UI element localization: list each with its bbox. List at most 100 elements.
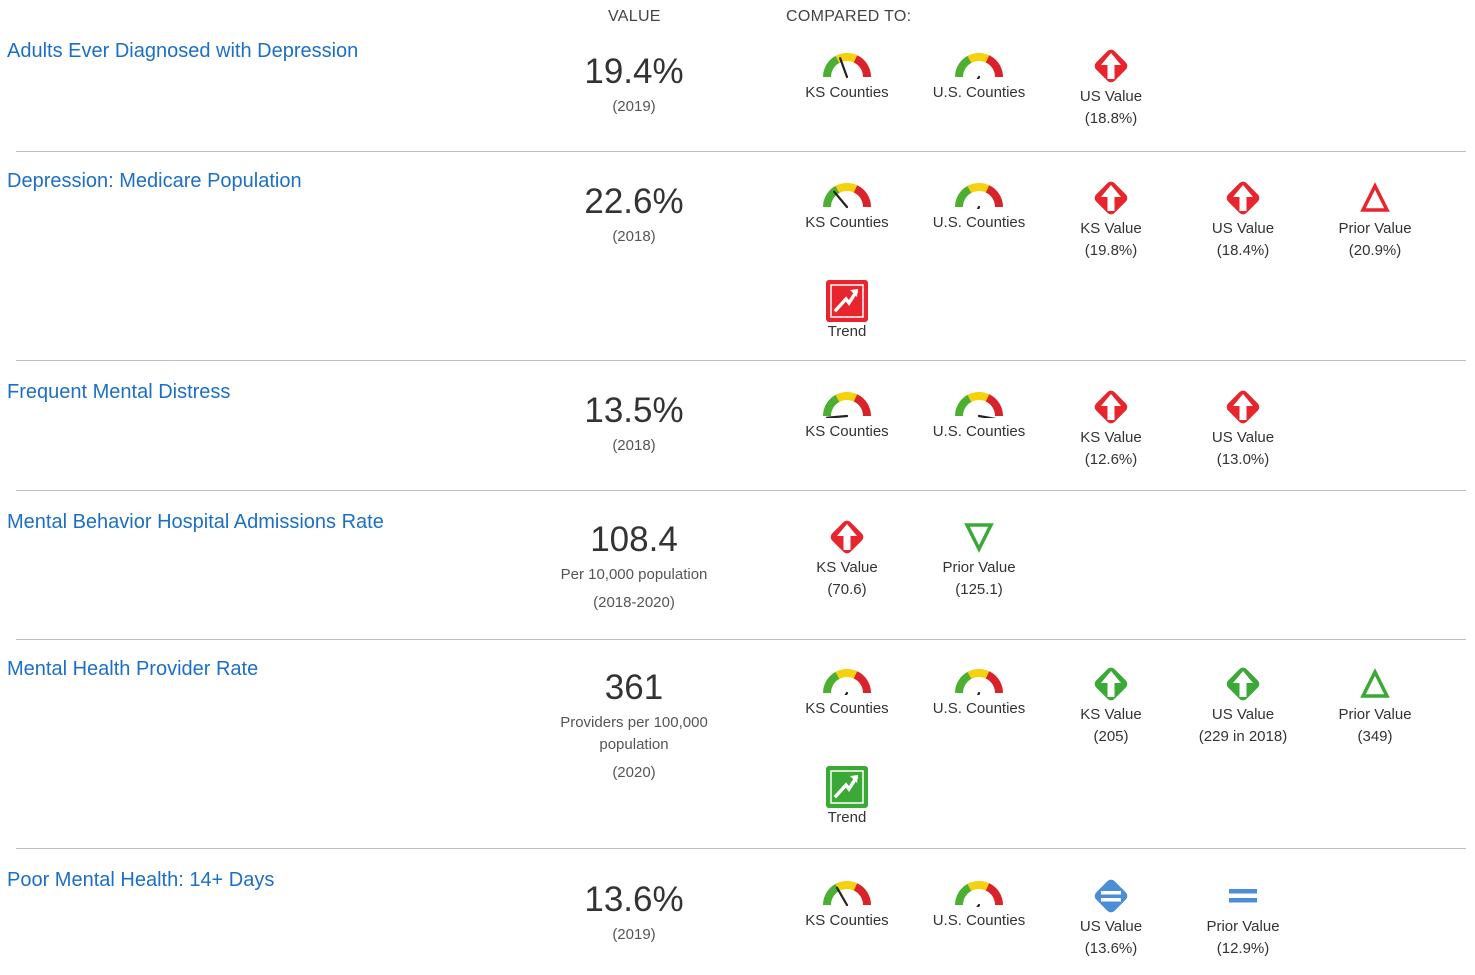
value-cell: 13.6% (2019) (534, 880, 734, 946)
indicator-year: (2020) (612, 764, 656, 781)
comparison-value: (70.6) (827, 581, 867, 598)
comparison-item[interactable]: Trend (781, 280, 913, 343)
comparison-value: (125.1) (955, 581, 1003, 598)
value-cell: 13.5% (2018) (534, 391, 734, 457)
comparison-label: KS Counties (805, 84, 889, 101)
comparison-value: (19.8%) (1084, 242, 1138, 259)
row-divider (16, 490, 1466, 491)
comparison-item[interactable]: U.S. Counties (913, 387, 1045, 443)
gauge-icon (913, 387, 1045, 421)
comparison-label: KS Counties (805, 700, 889, 717)
gauge-icon (781, 48, 913, 82)
comparison-item[interactable]: KS Value (70.6) (781, 517, 913, 601)
comparison-item[interactable]: Trend (781, 766, 913, 829)
comparison-label: KS Value (1080, 429, 1142, 446)
green-triangle-up-icon (1309, 664, 1441, 704)
row-divider (16, 151, 1466, 152)
blue-diamond-equal-icon (1045, 876, 1177, 916)
indicator-year: (2018-2020) (593, 594, 675, 611)
comparison-label: US Value (1211, 220, 1275, 237)
comparison-label: U.S. Counties (932, 84, 1026, 101)
red-triangle-up-icon (1309, 178, 1441, 218)
green-trend-up-icon (781, 766, 913, 808)
red-diamond-up-arrow-icon (1045, 178, 1177, 218)
comparison-label: U.S. Counties (932, 912, 1026, 929)
comparison-label: KS Counties (805, 423, 889, 440)
comparison-label: KS Value (816, 559, 878, 576)
comparison-item[interactable]: U.S. Counties (913, 48, 1045, 104)
indicator-year: (2018) (612, 228, 656, 245)
indicator-value: 19.4% (584, 52, 684, 91)
comparison-value: (12.9%) (1216, 940, 1270, 957)
comparison-item[interactable]: US Value (229 in 2018) (1177, 664, 1309, 748)
comparison-label: Prior Value (1338, 220, 1412, 237)
comparison-item[interactable]: KS Counties (781, 178, 913, 234)
comparison-item[interactable]: KS Value (19.8%) (1045, 178, 1177, 262)
comparison-label: US Value (1211, 429, 1275, 446)
comparison-item[interactable]: U.S. Counties (913, 178, 1045, 234)
gauge-icon (781, 876, 913, 910)
comparison-item[interactable]: KS Value (12.6%) (1045, 387, 1177, 471)
value-column-header: VALUE (608, 8, 661, 25)
red-diamond-up-arrow-icon (1045, 387, 1177, 427)
gauge-icon (781, 178, 913, 212)
gauge-icon (913, 48, 1045, 82)
indicator-value: 361 (604, 668, 664, 707)
indicator-value: 22.6% (584, 182, 684, 221)
comparison-value: (13.6%) (1084, 940, 1138, 957)
comparison-item[interactable]: KS Counties (781, 387, 913, 443)
indicator-title-link[interactable]: Frequent Mental Distress (7, 381, 230, 404)
green-diamond-up-arrow-icon (1045, 664, 1177, 704)
comparison-value: (18.4%) (1216, 242, 1270, 259)
gauge-icon (781, 664, 913, 698)
comparison-item[interactable]: US Value (13.6%) (1045, 876, 1177, 960)
comparison-label: Prior Value (1338, 706, 1412, 723)
value-cell: 19.4% (2019) (534, 52, 734, 118)
comparison-label: Trend (827, 323, 867, 340)
comparison-label: Trend (827, 809, 867, 826)
red-diamond-up-arrow-icon (1177, 178, 1309, 218)
indicator-title-link[interactable]: Adults Ever Diagnosed with Depression (7, 40, 358, 63)
gauge-icon (781, 387, 913, 421)
indicator-value: 108.4 (590, 520, 678, 559)
comparison-item[interactable]: KS Counties (781, 876, 913, 932)
indicator-unit: Providers per 100,000 population (560, 714, 708, 753)
compared-to-column-header: COMPARED TO: (786, 8, 912, 25)
indicator-value: 13.5% (584, 391, 684, 430)
comparison-item[interactable]: Prior Value (125.1) (913, 517, 1045, 601)
comparison-item[interactable]: Prior Value (20.9%) (1309, 178, 1441, 262)
indicator-title-link[interactable]: Mental Health Provider Rate (7, 658, 258, 681)
indicator-title-link[interactable]: Poor Mental Health: 14+ Days (7, 869, 274, 892)
comparison-value: (18.8%) (1084, 110, 1138, 127)
comparison-item[interactable]: U.S. Counties (913, 876, 1045, 932)
red-diamond-up-arrow-icon (1045, 46, 1177, 86)
comparison-value: (12.6%) (1084, 451, 1138, 468)
comparison-item[interactable]: US Value (18.4%) (1177, 178, 1309, 262)
comparison-item[interactable]: Prior Value (349) (1309, 664, 1441, 748)
indicator-value: 13.6% (584, 880, 684, 919)
comparison-item[interactable]: US Value (13.0%) (1177, 387, 1309, 471)
comparison-item[interactable]: KS Counties (781, 48, 913, 104)
row-divider (16, 360, 1466, 361)
comparison-item[interactable]: KS Counties (781, 664, 913, 720)
comparison-value: (13.0%) (1216, 451, 1270, 468)
comparison-item[interactable]: KS Value (205) (1045, 664, 1177, 748)
red-diamond-up-arrow-icon (781, 517, 913, 557)
indicator-unit: Per 10,000 population (560, 566, 708, 583)
comparison-label: U.S. Counties (932, 214, 1026, 231)
indicator-year: (2019) (612, 926, 656, 943)
comparison-item[interactable]: U.S. Counties (913, 664, 1045, 720)
red-diamond-up-arrow-icon (1177, 387, 1309, 427)
comparison-label: Prior Value (1206, 918, 1280, 935)
blue-equal-icon (1177, 876, 1309, 916)
green-triangle-down-icon (913, 517, 1045, 557)
row-divider (16, 848, 1466, 849)
comparison-label: US Value (1211, 706, 1275, 723)
indicator-title-link[interactable]: Depression: Medicare Population (7, 170, 302, 193)
comparison-item[interactable]: Prior Value (12.9%) (1177, 876, 1309, 960)
comparison-label: U.S. Counties (932, 423, 1026, 440)
value-cell: 108.4 Per 10,000 population (2018-2020) (534, 520, 734, 614)
comparison-item[interactable]: US Value (18.8%) (1045, 46, 1177, 130)
indicator-title-link[interactable]: Mental Behavior Hospital Admissions Rate (7, 511, 384, 534)
comparison-label: US Value (1079, 88, 1143, 105)
